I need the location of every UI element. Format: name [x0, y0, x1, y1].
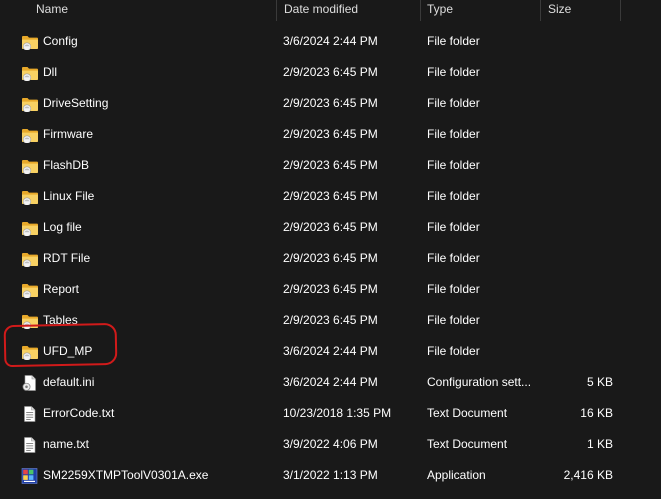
file-type: File folder	[427, 158, 480, 172]
file-size	[545, 274, 613, 305]
folder-icon	[22, 191, 38, 205]
file-date-modified: 2/9/2023 6:45 PM	[283, 158, 378, 172]
file-date-modified: 2/9/2023 6:45 PM	[283, 220, 378, 234]
file-row[interactable]: Config 3/6/2024 2:44 PM File folder	[0, 26, 661, 57]
file-size	[545, 150, 613, 181]
file-size	[545, 26, 613, 57]
file-size: 2,416 KB	[563, 468, 613, 482]
file-row[interactable]: Firmware 2/9/2023 6:45 PM File folder	[0, 119, 661, 150]
folder-icon	[22, 222, 38, 236]
file-row[interactable]: FlashDB 2/9/2023 6:45 PM File folder	[0, 150, 661, 181]
file-type: File folder	[427, 65, 480, 79]
file-type: Configuration sett...	[427, 375, 532, 389]
file-date-modified: 2/9/2023 6:45 PM	[283, 282, 378, 296]
file-name: Dll	[43, 65, 57, 79]
file-row[interactable]: Tables 2/9/2023 6:45 PM File folder	[0, 305, 661, 336]
file-size	[545, 181, 613, 212]
folder-icon	[22, 98, 38, 112]
file-name: default.ini	[43, 375, 95, 389]
file-date-modified: 2/9/2023 6:45 PM	[283, 96, 378, 110]
column-divider[interactable]	[276, 0, 277, 21]
file-type: Text Document	[427, 406, 508, 420]
file-row[interactable]: RDT File 2/9/2023 6:45 PM File folder	[0, 243, 661, 274]
file-type: File folder	[427, 251, 480, 265]
file-size	[545, 336, 613, 367]
file-date-modified: 2/9/2023 6:45 PM	[283, 313, 378, 327]
file-row[interactable]: Linux File 2/9/2023 6:45 PM File folder	[0, 181, 661, 212]
file-row[interactable]: UFD_MP 3/6/2024 2:44 PM File folder	[0, 336, 661, 367]
column-header-size[interactable]: Size	[548, 0, 571, 19]
folder-icon	[22, 346, 38, 360]
file-date-modified: 3/9/2022 4:06 PM	[283, 437, 378, 451]
file-date-modified: 3/6/2024 2:44 PM	[283, 34, 378, 48]
file-type: File folder	[427, 344, 480, 358]
file-date-modified: 3/1/2022 1:13 PM	[283, 468, 378, 482]
file-size	[545, 119, 613, 150]
column-header-type[interactable]: Type	[427, 0, 453, 19]
file-name: RDT File	[43, 251, 91, 265]
file-row[interactable]: ErrorCode.txt 10/23/2018 1:35 PM Text Docu…	[0, 398, 661, 429]
file-name: Report	[43, 282, 80, 296]
file-row[interactable]: DriveSetting 2/9/2023 6:45 PM File folder	[0, 88, 661, 119]
file-row[interactable]: SM2259XTMPToolV0301A.exe 3/1/2022 1:13 PM…	[0, 460, 661, 491]
text-file-icon	[24, 406, 36, 422]
file-row[interactable]: Report 2/9/2023 6:45 PM File folder	[0, 274, 661, 305]
column-header-bar: Name Date modified Type Size	[0, 0, 661, 21]
file-date-modified: 3/6/2024 2:44 PM	[283, 344, 378, 358]
file-row[interactable]: Log file 2/9/2023 6:45 PM File folder	[0, 212, 661, 243]
ini-file-icon	[22, 375, 36, 391]
file-name: UFD_MP	[43, 344, 93, 358]
file-date-modified: 2/9/2023 6:45 PM	[283, 189, 378, 203]
file-type: File folder	[427, 189, 480, 203]
file-name: ErrorCode.txt	[43, 406, 115, 420]
folder-icon	[22, 160, 38, 174]
file-size: 5 KB	[586, 375, 613, 389]
file-type: File folder	[427, 220, 480, 234]
file-type: Text Document	[427, 437, 508, 451]
file-date-modified: 2/9/2023 6:45 PM	[283, 251, 378, 265]
file-size: 1 KB	[586, 437, 613, 451]
file-name: Config	[43, 34, 78, 48]
file-size: 16 KB	[580, 406, 613, 420]
text-file-icon	[24, 437, 36, 453]
file-type: File folder	[427, 282, 480, 296]
file-type: File folder	[427, 127, 480, 141]
file-row[interactable]: default.ini 3/6/2024 2:44 PM Configuration…	[0, 367, 661, 398]
file-size	[545, 57, 613, 88]
column-header-date-modified[interactable]: Date modified	[284, 0, 358, 19]
file-name: Log file	[43, 220, 82, 234]
folder-icon	[22, 253, 38, 267]
file-name: name.txt	[43, 437, 90, 451]
file-name: Tables	[43, 313, 78, 327]
file-size	[545, 88, 613, 119]
folder-icon	[22, 284, 38, 298]
file-name: Linux File	[43, 189, 95, 203]
application-icon	[21, 468, 38, 484]
file-name: FlashDB	[43, 158, 90, 172]
column-divider[interactable]	[420, 0, 421, 21]
folder-icon	[22, 315, 38, 329]
file-row[interactable]: name.txt 3/9/2022 4:06 PM Text Document 1 K…	[0, 429, 661, 460]
file-date-modified: 10/23/2018 1:35 PM	[283, 406, 392, 420]
file-type: File folder	[427, 313, 480, 327]
file-date-modified: 3/6/2024 2:44 PM	[283, 375, 378, 389]
file-date-modified: 2/9/2023 6:45 PM	[283, 65, 378, 79]
file-type: File folder	[427, 34, 480, 48]
file-row[interactable]: Dll 2/9/2023 6:45 PM File folder	[0, 57, 661, 88]
column-divider[interactable]	[540, 0, 541, 21]
column-divider[interactable]	[620, 0, 621, 21]
file-name: Firmware	[43, 127, 93, 141]
file-name: DriveSetting	[43, 96, 109, 110]
file-name: SM2259XTMPToolV0301A.exe	[43, 468, 209, 482]
file-type: Application	[427, 468, 486, 482]
folder-icon	[22, 67, 38, 81]
file-size	[545, 243, 613, 274]
column-header-name[interactable]: Name	[36, 0, 68, 19]
file-size	[545, 212, 613, 243]
folder-icon	[22, 36, 38, 50]
file-date-modified: 2/9/2023 6:45 PM	[283, 127, 378, 141]
file-size	[545, 305, 613, 336]
file-type: File folder	[427, 96, 480, 110]
folder-icon	[22, 129, 38, 143]
